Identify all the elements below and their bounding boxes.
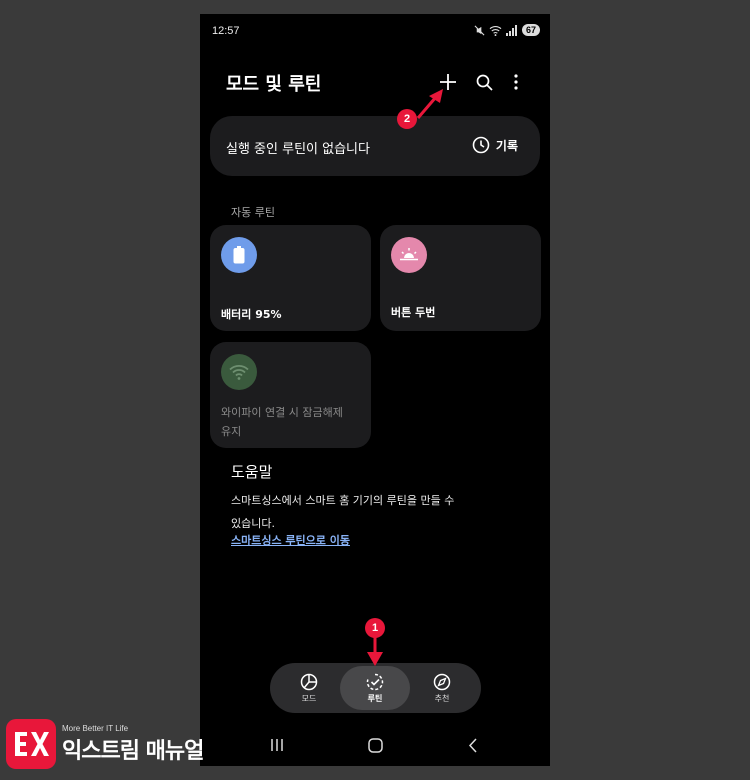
- watermark-logo: [6, 719, 56, 769]
- watermark-tagline: More Better IT Life: [62, 723, 129, 733]
- step-badge-2: 2: [397, 109, 417, 129]
- arrow-to-add: [416, 96, 438, 119]
- watermark: More Better IT Life 익스트림 매뉴얼: [6, 719, 204, 769]
- step-badge-1: 1: [365, 618, 385, 638]
- watermark-name: 익스트림 매뉴얼: [62, 738, 204, 764]
- arrow-head-routine: [367, 652, 383, 666]
- annotation-arrows: [367, 89, 443, 666]
